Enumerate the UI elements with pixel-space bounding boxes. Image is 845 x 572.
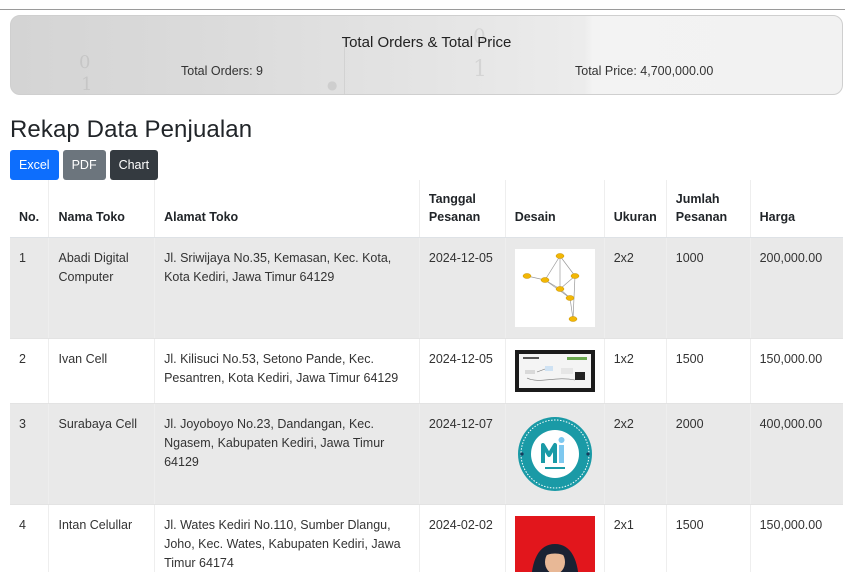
cell-tanggal-pesanan: 2024-12-05	[419, 237, 506, 339]
header-desain: Desain	[505, 180, 605, 238]
header-harga: Harga	[750, 180, 843, 238]
decorative-glyph: 0	[79, 52, 91, 73]
cell-desain	[505, 338, 605, 404]
cell-no: 1	[10, 237, 50, 339]
cell-no: 2	[10, 338, 50, 404]
cell-ukuran: 2x2	[604, 237, 667, 339]
table-row: 2 Ivan Cell Jl. Kilisuci No.53, Setono P…	[10, 338, 843, 404]
decorative-line	[344, 46, 345, 94]
cell-ukuran: 1x2	[604, 338, 667, 404]
decorative-glyph: ●	[327, 78, 338, 92]
table-row: 4 Intan Celullar Jl. Wates Kediri No.110…	[10, 504, 843, 572]
header-no: No.	[10, 180, 50, 238]
table-row: 3 Surabaya Cell Jl. Joyoboyo No.23, Dand…	[10, 403, 843, 505]
total-orders: Total Orders: 9	[181, 64, 263, 78]
cell-harga: 150,000.00	[750, 338, 843, 404]
cell-nama-toko: Ivan Cell	[48, 338, 156, 404]
cell-desain	[505, 403, 605, 505]
excel-button[interactable]: Excel	[10, 150, 59, 180]
cell-alamat-toko: Jl. Wates Kediri No.110, Sumber Dlangu, …	[154, 504, 420, 572]
sales-table-container: No. Nama Toko Alamat Toko Tanggal Pesana…	[10, 180, 843, 572]
cell-jumlah-pesanan: 1500	[666, 504, 751, 572]
header-ukuran: Ukuran	[604, 180, 667, 238]
cell-jumlah-pesanan: 1500	[666, 338, 751, 404]
cell-alamat-toko: Jl. Sriwijaya No.35, Kemasan, Kec. Kota,…	[154, 237, 420, 339]
header-alamat-toko: Alamat Toko	[154, 180, 420, 238]
sales-table: No. Nama Toko Alamat Toko Tanggal Pesana…	[10, 180, 843, 572]
top-divider	[0, 9, 845, 10]
export-toolbar: Excel PDF Chart	[10, 150, 159, 180]
cell-ukuran: 2x2	[604, 403, 667, 505]
header-nama-toko: Nama Toko	[48, 180, 156, 238]
cell-desain	[505, 504, 605, 572]
cell-nama-toko: Surabaya Cell	[48, 403, 156, 505]
cell-harga: 400,000.00	[750, 403, 843, 505]
pdf-button[interactable]: PDF	[62, 150, 106, 180]
cell-no: 3	[10, 403, 50, 505]
cell-tanggal-pesanan: 2024-12-07	[419, 403, 506, 505]
cell-jumlah-pesanan: 2000	[666, 403, 751, 505]
cell-no: 4	[10, 504, 50, 572]
cell-desain	[505, 237, 605, 339]
cell-tanggal-pesanan: 2024-02-02	[419, 504, 506, 572]
cell-tanggal-pesanan: 2024-12-05	[419, 338, 506, 404]
cell-nama-toko: Abadi Digital Computer	[48, 237, 156, 339]
summary-card: 0 1 1 0 ● Total Orders & Total Price Tot…	[10, 15, 843, 95]
header-jumlah-pesanan: Jumlah Pesanan	[666, 180, 751, 238]
summary-title: Total Orders & Total Price	[341, 34, 512, 51]
cell-alamat-toko: Jl. Joyoboyo No.23, Dandangan, Kec. Ngas…	[154, 403, 420, 505]
circular-logo-design-thumbnail	[514, 414, 595, 493]
cell-harga: 200,000.00	[750, 237, 843, 339]
network-graph-design-thumbnail	[514, 248, 595, 327]
cell-alamat-toko: Jl. Kilisuci No.53, Setono Pande, Kec. P…	[154, 338, 420, 404]
chart-button[interactable]: Chart	[109, 150, 159, 180]
total-price: Total Price: 4,700,000.00	[575, 64, 714, 78]
table-header-row: No. Nama Toko Alamat Toko Tanggal Pesana…	[10, 180, 843, 238]
header-tanggal-pesanan: Tanggal Pesanan	[419, 180, 506, 238]
cell-harga: 150,000.00	[750, 504, 843, 572]
cell-nama-toko: Intan Celullar	[48, 504, 156, 572]
cell-jumlah-pesanan: 1000	[666, 237, 751, 339]
table-row: 1 Abadi Digital Computer Jl. Sriwijaya N…	[10, 237, 843, 339]
decorative-glyph: 1	[81, 74, 93, 95]
page-title: Rekap Data Penjualan	[10, 116, 253, 143]
decorative-glyph: 1	[473, 57, 487, 82]
portrait-photo-design-thumbnail	[514, 515, 595, 572]
cell-ukuran: 2x1	[604, 504, 667, 572]
screen-diagram-design-thumbnail	[514, 349, 595, 392]
